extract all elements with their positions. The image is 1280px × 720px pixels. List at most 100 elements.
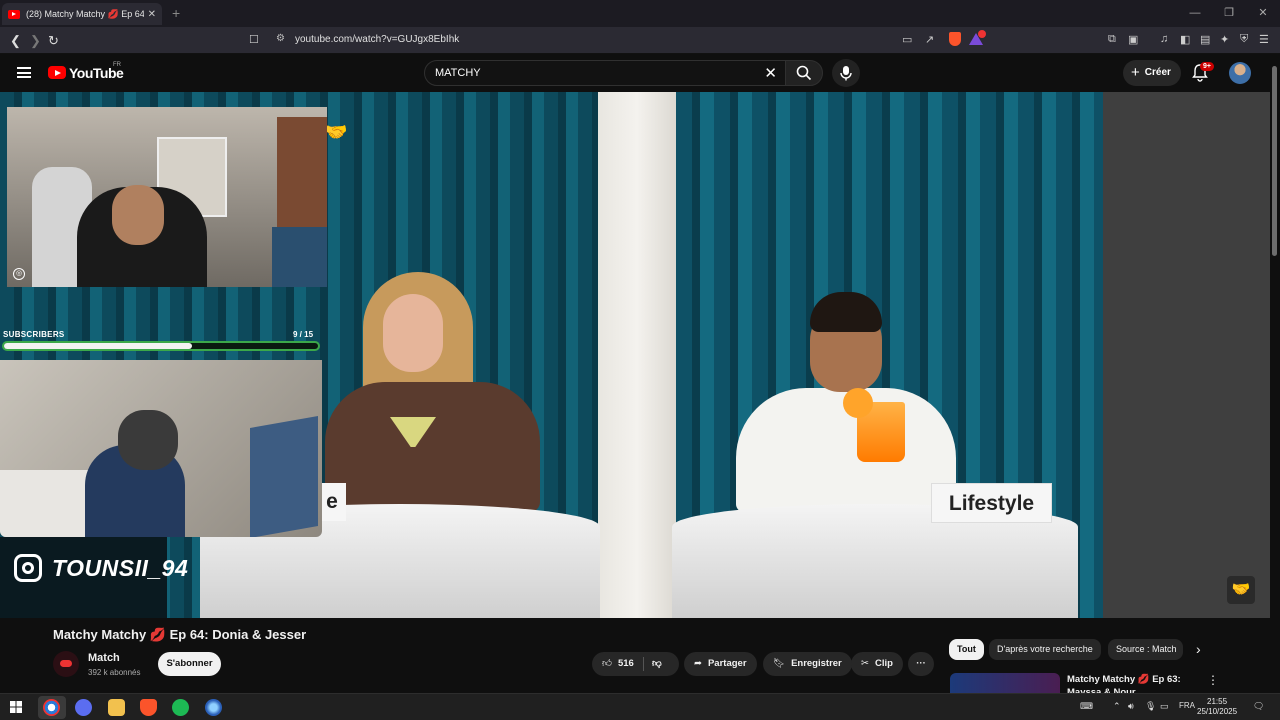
vpn-icon[interactable]: ⛨ [1240,33,1248,46]
region-label: FR [113,62,121,68]
network-icon[interactable]: ▭ [1160,701,1169,712]
recommended-more-icon[interactable]: ⋮ [1207,673,1219,687]
chip-from-search[interactable]: D'après votre recherche [989,639,1101,660]
channel-subscriber-count: 392 k abonnés [88,668,141,677]
clock-time: 21:55 [1207,697,1228,706]
browser-tab-bar: (28) Matchy Matchy 💋 Ep 64: D ✕ + — ❐ ✕ [0,0,1280,27]
dislike-button[interactable]: 👎︎ [652,652,662,676]
orange-slice [843,388,873,418]
subscribe-button[interactable]: S'abonner [158,652,221,676]
new-tab-button[interactable]: + [172,5,180,21]
chip-source-match[interactable]: Source : Match [1108,639,1183,660]
windows-start-icon[interactable] [10,701,22,713]
scissors-icon: ✂ [861,658,869,669]
search-value: MATCHY [435,67,481,79]
media-icon[interactable]: ♫ [1160,33,1168,45]
subs-goal-label: SUBSCRIBERS [3,330,65,339]
tabs-icon[interactable]: ▤ [1200,33,1210,46]
spotify-icon[interactable] [172,699,189,716]
back-icon[interactable]: ❮ [10,33,21,49]
clip-button[interactable]: ✂ Clip [851,652,903,676]
brave-icon[interactable] [140,699,157,716]
browser-tab-active[interactable]: (28) Matchy Matchy 💋 Ep 64: D ✕ [2,3,162,25]
keyboard-icon[interactable]: ⌨ [1080,701,1093,712]
cast-icon[interactable]: ▭ [902,33,912,46]
clear-search-icon[interactable]: ✕ [764,64,777,82]
chip-all[interactable]: Tout [949,639,984,660]
leo-icon[interactable]: ✦ [1220,33,1229,46]
like-button[interactable]: 👍︎ 516 [602,658,634,669]
volume-icon[interactable]: 🔊︎ [1128,701,1134,712]
windows-taskbar: ⌨ ⌃ 🔊︎ 🎙︎ ▭ FRA 21:55 25/10/2025 🗨︎ [0,693,1280,720]
minimize-button[interactable]: — [1178,0,1212,27]
chips-next-icon[interactable]: › [1196,641,1201,657]
taskbar-clock[interactable]: 21:55 25/10/2025 [1197,697,1237,717]
instagram-handle: TOUNSII_94 [52,555,189,581]
streamer-webcam-1 [7,107,327,287]
hamburger-menu-icon[interactable] [17,67,31,78]
tab-title: (28) Matchy Matchy 💋 Ep 64: D [26,8,144,19]
reload-icon[interactable]: ↻ [48,33,59,49]
name-card-left: e [318,483,346,521]
search-icon [796,65,812,81]
close-window-button[interactable]: ✕ [1246,0,1280,27]
subs-goal-fill [4,343,193,349]
app-icon[interactable] [205,699,222,716]
site-info-icon[interactable]: ⚙ [276,33,285,44]
streamer-webcam-2 [0,360,322,537]
tab-close-icon[interactable]: ✕ [148,9,156,20]
youtube-logo-icon[interactable] [48,66,66,79]
save-button[interactable]: 🔖︎ Enregistrer [763,652,852,676]
recommended-thumbnail[interactable] [950,673,1060,693]
microphone-tray-icon[interactable]: 🎙︎ [1145,701,1156,712]
search-input[interactable]: MATCHY ✕ [424,60,786,86]
share-button[interactable]: ➦ Partager [684,652,757,676]
notification-center-icon[interactable]: 🗨︎ [1253,701,1264,712]
tray-expand-icon[interactable]: ⌃ [1113,701,1121,712]
channel-avatar[interactable] [53,651,79,677]
maximize-button[interactable]: ❐ [1212,0,1246,27]
create-button[interactable]: + Créer [1123,60,1181,86]
name-card-lifestyle: Lifestyle [931,483,1052,523]
center-wall [598,92,676,618]
rewards-badge-icon [978,30,986,38]
clock-date: 25/10/2025 [1197,707,1238,716]
language-indicator[interactable]: FRA [1179,701,1195,710]
like-divider [643,657,644,671]
obs-icon[interactable] [43,699,60,716]
page-scrollbar[interactable] [1272,66,1277,256]
menu-icon[interactable]: ☰ [1259,33,1269,46]
file-explorer-icon[interactable] [108,699,125,716]
channel-name[interactable]: Match [88,652,120,664]
discord-icon[interactable] [75,699,92,716]
search-button[interactable] [785,60,823,86]
bookmark-save-icon: 🔖︎ [773,658,786,669]
more-actions-button[interactable]: ··· [908,652,934,676]
instagram-icon [14,554,42,582]
video-player[interactable]: e Lifestyle 🤝 🤝 ◎ SUBSCRIBERS 9 / 15 TOU… [0,92,1270,618]
channel-watermark-icon[interactable]: 🤝 [1227,576,1255,604]
wallet-icon[interactable]: ▣ [1128,33,1138,46]
create-label: Créer [1144,67,1171,78]
subs-goal-count: 9 / 15 [293,330,314,339]
microphone-icon [840,66,852,81]
video-side-panel [1103,92,1270,618]
voice-search-button[interactable] [832,59,860,87]
brave-shield-icon[interactable] [949,32,961,46]
window-controls: — ❐ ✕ [1178,0,1280,27]
share-label: Partager [707,658,747,669]
account-avatar[interactable] [1229,62,1251,84]
clip-label: Clip [874,658,893,669]
sidebar-icon[interactable]: ◧ [1180,33,1190,46]
save-label: Enregistrer [791,658,842,669]
bookmark-icon[interactable]: ☐ [249,33,259,46]
like-dislike-group: 👍︎ 516 👎︎ [592,652,679,676]
share-page-icon[interactable]: ↗ [925,33,934,46]
youtube-favicon-icon [8,9,20,19]
extensions-icon[interactable]: ⧉ [1108,33,1116,46]
forward-icon[interactable]: ❯ [30,33,41,49]
like-count: 516 [617,658,634,669]
address-bar-row: ❮ ❯ ↻ ☐ ⚙ youtube.com/watch?v=GUJgx8EbIh… [0,27,1280,54]
url-field[interactable]: youtube.com/watch?v=GUJgx8EbIhk [295,34,459,45]
notifications-badge: 9+ [1200,62,1214,71]
